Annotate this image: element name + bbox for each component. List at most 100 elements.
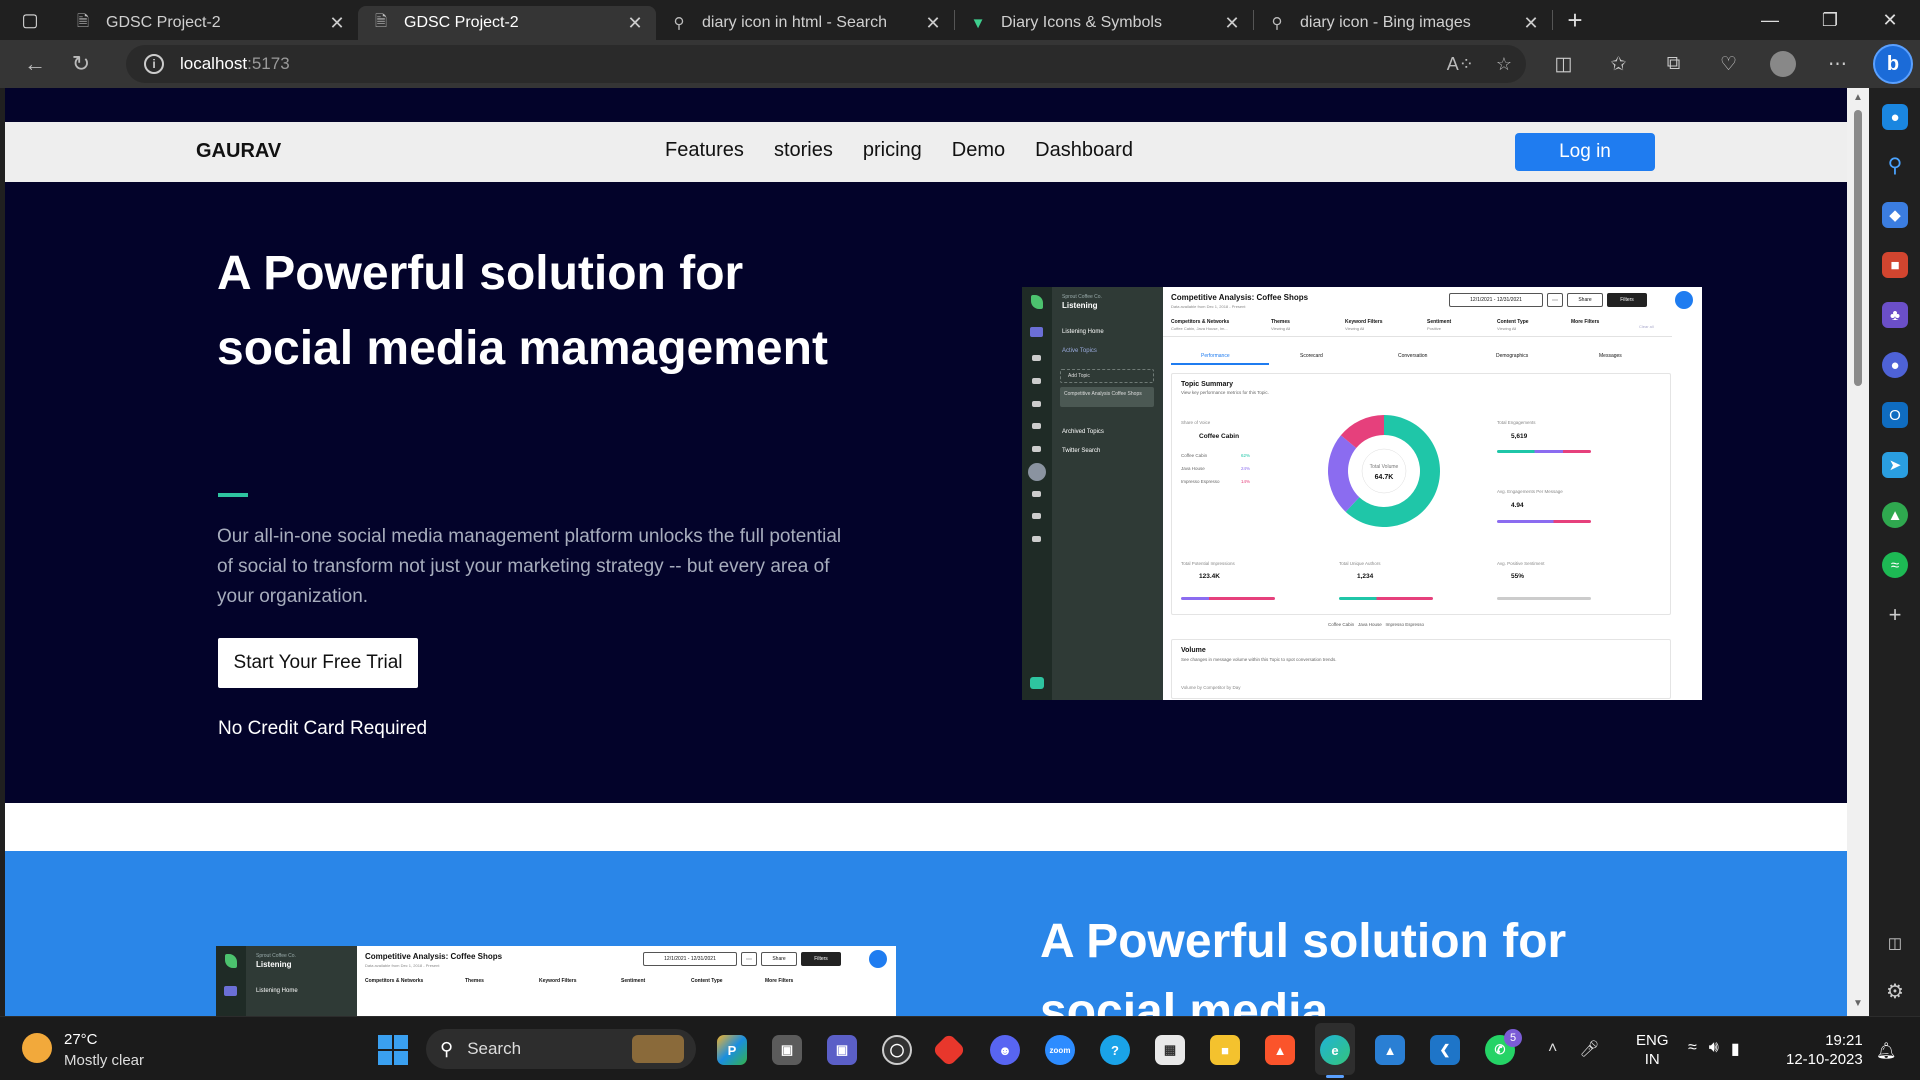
donut-center xyxy=(1361,448,1407,494)
status-icons[interactable]: ≈ 🔊︎ ▮ xyxy=(1688,1039,1740,1059)
task-view-icon[interactable]: ▣ xyxy=(772,1035,802,1065)
start-trial-button[interactable]: Start Your Free Trial xyxy=(218,638,418,688)
share-button: Share xyxy=(1567,293,1603,307)
vscode-icon[interactable]: ❮ xyxy=(1430,1035,1460,1065)
read-aloud-icon[interactable]: A⁘ xyxy=(1447,54,1474,75)
back-icon[interactable]: ← xyxy=(12,44,58,84)
teams-icon[interactable]: ▣ xyxy=(827,1035,857,1065)
browser-essentials-icon[interactable]: ♡ xyxy=(1701,53,1756,76)
more-options-icon[interactable]: ⋯ xyxy=(1810,53,1865,76)
photos-icon[interactable]: ▲ xyxy=(1375,1035,1405,1065)
split-screen-icon[interactable]: ◫ xyxy=(1536,53,1591,76)
discord-icon[interactable]: ☻ xyxy=(990,1035,1020,1065)
search-icon: ⚲ xyxy=(673,15,685,32)
games-icon[interactable]: ♣ xyxy=(1882,302,1908,328)
tab-4[interactable]: ▼ Diary Icons & Symbols ✕ xyxy=(955,6,1253,40)
metric-label: Avg. Engagements Per Message xyxy=(1497,489,1563,494)
tab-5[interactable]: ⚲ diary icon - Bing images ✕ xyxy=(1254,6,1552,40)
clear-all-link: Clear all xyxy=(1639,324,1654,329)
spotify-icon[interactable]: ≈ xyxy=(1882,552,1908,578)
search-icon[interactable]: ⚲ xyxy=(1882,152,1908,178)
metric-bar xyxy=(1339,597,1433,600)
notification-bell-icon[interactable]: ● xyxy=(1882,104,1908,130)
url-field[interactable]: i localhost:5173 A⁘ ☆ xyxy=(126,45,1526,83)
nav-link-features[interactable]: Features xyxy=(665,139,744,162)
toolbar-right: ◫ ✩ ⧉ ♡ ⋯ xyxy=(1536,40,1865,88)
language-indicator[interactable]: ENG IN xyxy=(1636,1031,1669,1069)
notification-bell-icon[interactable]: 🔔︎ xyxy=(1876,1041,1896,1061)
collections-icon[interactable]: ⧉ xyxy=(1646,53,1701,75)
windows-start-icon[interactable] xyxy=(378,1035,408,1065)
login-button[interactable]: Log in xyxy=(1515,133,1655,171)
close-icon[interactable]: ✕ xyxy=(922,13,944,34)
summary-title: Topic Summary xyxy=(1181,381,1233,388)
close-icon[interactable]: ✕ xyxy=(1520,13,1542,34)
metric-bar xyxy=(1497,520,1591,523)
settings-gear-icon[interactable]: ⚙ xyxy=(1882,978,1908,1004)
weather-desc[interactable]: Mostly clear xyxy=(64,1052,144,1069)
copilot-icon[interactable]: b xyxy=(1873,44,1913,84)
telegram-icon[interactable]: ➤ xyxy=(1882,452,1908,478)
help-icon[interactable]: ? xyxy=(1100,1035,1130,1065)
compose-icon xyxy=(1028,463,1046,481)
add-app-icon[interactable]: + xyxy=(1882,602,1908,628)
mockup-tab: Demographics xyxy=(1496,353,1529,359)
outlook-icon[interactable]: O xyxy=(1882,402,1908,428)
weather-temp[interactable]: 27°C xyxy=(64,1031,98,1048)
favorite-star-icon[interactable]: ☆ xyxy=(1496,54,1512,75)
rail-icon xyxy=(1032,401,1041,407)
clock[interactable]: 19:21 12-10-2023 xyxy=(1786,1031,1863,1069)
close-icon[interactable]: ✕ xyxy=(326,13,348,34)
hide-sidebar-icon[interactable]: ◫ xyxy=(1882,930,1908,956)
microphone-icon[interactable]: 🎤︎ xyxy=(1579,1039,1599,1059)
show-hidden-icons-icon[interactable]: ˄ xyxy=(1548,1040,1557,1058)
zoom-icon[interactable]: zoom xyxy=(1045,1035,1075,1065)
copilot-app-icon[interactable]: ● xyxy=(1882,352,1908,378)
new-tab-icon[interactable]: + xyxy=(1553,5,1597,36)
weather-moon-icon[interactable] xyxy=(22,1033,52,1063)
close-window-icon[interactable]: ✕ xyxy=(1860,0,1920,40)
brand-logo[interactable]: GAURAV xyxy=(196,140,281,163)
close-icon[interactable]: ✕ xyxy=(624,13,646,34)
filter-value: Viewing All xyxy=(1271,326,1291,331)
rail-icon xyxy=(1032,491,1041,497)
nav-link-pricing[interactable]: pricing xyxy=(863,139,922,162)
nav-link-stories[interactable]: stories xyxy=(774,139,833,162)
file-explorer-icon[interactable]: ■ xyxy=(1210,1035,1240,1065)
tab-3[interactable]: ⚲ diary icon in html - Search ✕ xyxy=(656,6,954,40)
refresh-icon[interactable]: ↻ xyxy=(58,44,104,84)
brave-icon[interactable]: ▲ xyxy=(1265,1035,1295,1065)
scroll-down-icon[interactable]: ▼ xyxy=(1852,998,1864,1009)
page-icon: 🗎 xyxy=(76,12,90,30)
filter-label: Content Type xyxy=(1497,319,1529,325)
shopping-tag-icon[interactable]: ◆ xyxy=(1882,202,1908,228)
close-icon[interactable]: ✕ xyxy=(1221,13,1243,34)
favorites-icon[interactable]: ✩ xyxy=(1591,53,1646,76)
office-preview-icon[interactable]: P xyxy=(717,1035,747,1065)
tab-1[interactable]: 🗎 GDSC Project-2 ✕ xyxy=(60,6,358,40)
microsoft-store-icon[interactable]: ▦ xyxy=(1155,1035,1185,1065)
git-icon[interactable] xyxy=(932,1033,966,1067)
obs-icon[interactable]: ◯ xyxy=(882,1035,912,1065)
tree-app-icon[interactable]: ▲ xyxy=(1882,502,1908,528)
sov-row-value: 24% xyxy=(1241,466,1251,471)
profile-avatar[interactable] xyxy=(1770,51,1796,77)
edge-icon[interactable]: e xyxy=(1320,1035,1350,1065)
window-controls: — ❐ ✕ xyxy=(1740,0,1920,40)
tools-icon[interactable]: ■ xyxy=(1882,252,1908,278)
mockup-title: Competitive Analysis: Coffee Shops xyxy=(1171,293,1309,302)
site-info-icon[interactable]: i xyxy=(144,54,164,74)
filter-label: Competitors & Networks xyxy=(365,978,424,984)
page-scrollbar[interactable]: ▲ ▼ xyxy=(1847,88,1869,1016)
tab-2-active[interactable]: 🗎 GDSC Project-2 ✕ xyxy=(358,6,656,40)
minimize-icon[interactable]: — xyxy=(1740,0,1800,40)
tab-bar: ▢ 🗎 GDSC Project-2 ✕ 🗎 GDSC Project-2 ✕ … xyxy=(0,0,1920,40)
nav-link-dashboard[interactable]: Dashboard xyxy=(1035,139,1133,162)
scroll-thumb[interactable] xyxy=(1854,110,1862,386)
scroll-up-icon[interactable]: ▲ xyxy=(1852,92,1864,103)
tab-actions-icon[interactable]: ▢ xyxy=(0,0,60,40)
nav-link-demo[interactable]: Demo xyxy=(952,139,1005,162)
restore-icon[interactable]: ❐ xyxy=(1800,0,1860,40)
filter-value: Positive xyxy=(1427,326,1442,331)
taskbar-search[interactable]: ⚲ Search xyxy=(426,1029,696,1069)
